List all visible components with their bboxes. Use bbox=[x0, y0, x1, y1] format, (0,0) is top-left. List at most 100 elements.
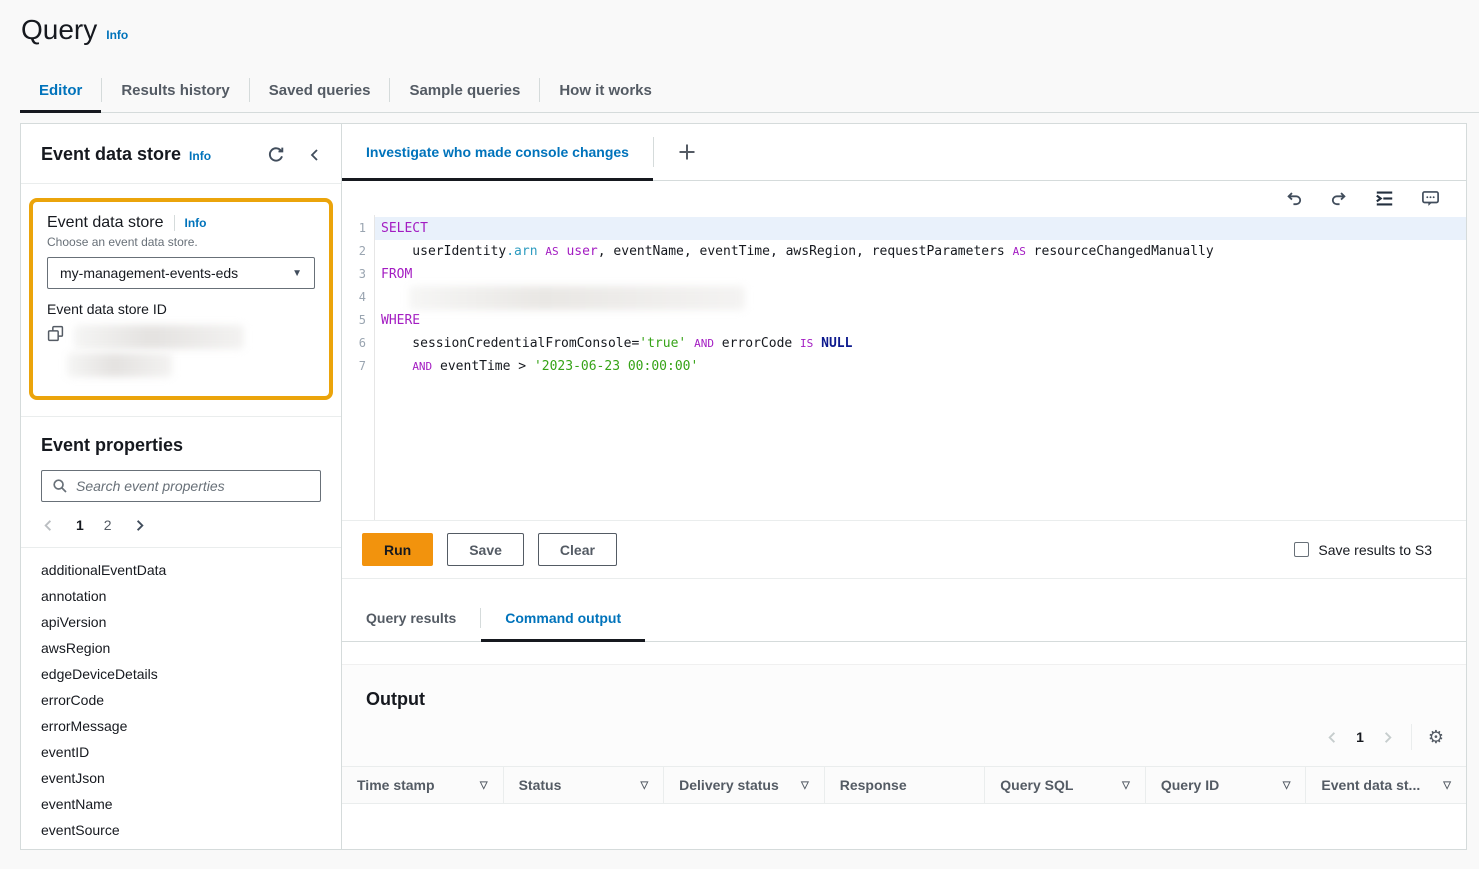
column-header-event-data-store[interactable]: Event data st... ▽ bbox=[1305, 767, 1466, 803]
selector-info-link[interactable]: Info bbox=[185, 216, 207, 230]
event-property-item[interactable]: errorCode bbox=[21, 687, 341, 713]
undo-button[interactable] bbox=[1285, 189, 1303, 207]
save-button[interactable]: Save bbox=[447, 533, 524, 566]
code-line-4[interactable] bbox=[375, 286, 1466, 309]
format-indent-icon bbox=[1375, 189, 1394, 208]
event-property-item[interactable]: awsRegion bbox=[21, 635, 341, 661]
event-data-store-panel: Event data store Info bbox=[20, 123, 342, 850]
filter-icon[interactable]: ▽ bbox=[1443, 780, 1451, 791]
column-header-status[interactable]: Status ▽ bbox=[503, 767, 664, 803]
editor-toolbar bbox=[342, 181, 1466, 215]
tab-editor[interactable]: Editor bbox=[20, 68, 101, 112]
event-property-item[interactable]: apiVersion bbox=[21, 609, 341, 635]
clear-button[interactable]: Clear bbox=[538, 533, 617, 566]
code-line-5[interactable]: WHERE bbox=[375, 309, 1466, 332]
event-property-item[interactable]: additionalEventData bbox=[21, 557, 341, 583]
search-event-properties-input[interactable] bbox=[76, 478, 310, 494]
chevron-left-icon bbox=[307, 147, 323, 163]
next-page-button[interactable] bbox=[132, 518, 147, 533]
redo-icon bbox=[1330, 189, 1348, 207]
divider bbox=[1411, 724, 1412, 750]
save-results-s3: Save results to S3 bbox=[1294, 542, 1446, 558]
event-property-item[interactable]: eventSource bbox=[21, 817, 341, 843]
tab-results-history[interactable]: Results history bbox=[102, 68, 248, 112]
filter-icon[interactable]: ▽ bbox=[480, 780, 488, 791]
sidebar-info-link[interactable]: Info bbox=[189, 149, 211, 163]
column-header-query-id[interactable]: Query ID ▽ bbox=[1145, 767, 1306, 803]
tab-sample-queries[interactable]: Sample queries bbox=[390, 68, 539, 112]
code-line-1[interactable]: SELECT bbox=[375, 217, 1466, 240]
output-header: Output bbox=[342, 665, 1466, 710]
event-property-item[interactable]: edgeDeviceDetails bbox=[21, 661, 341, 687]
tab-command-output[interactable]: Command output bbox=[481, 595, 645, 641]
event-property-item[interactable]: eventName bbox=[21, 791, 341, 817]
selector-description: Choose an event data store. bbox=[47, 235, 315, 249]
output-page-number[interactable]: 1 bbox=[1356, 729, 1364, 745]
event-properties-title: Event properties bbox=[41, 435, 321, 456]
output-title: Output bbox=[366, 689, 1442, 710]
filter-icon[interactable]: ▽ bbox=[801, 780, 809, 791]
collapse-panel-button[interactable] bbox=[307, 147, 323, 163]
line-number: 7 bbox=[342, 355, 366, 378]
line-number: 3 bbox=[342, 263, 366, 286]
code-gutter: 1234567 bbox=[342, 215, 375, 520]
output-next-page-button[interactable] bbox=[1380, 730, 1395, 745]
tab-query-results[interactable]: Query results bbox=[342, 595, 480, 641]
output-prev-page-button[interactable] bbox=[1325, 730, 1340, 745]
add-query-tab-button[interactable] bbox=[654, 124, 720, 180]
refresh-icon bbox=[267, 146, 285, 164]
page-number-2[interactable]: 2 bbox=[104, 517, 112, 533]
line-number: 5 bbox=[342, 309, 366, 332]
search-event-properties-box bbox=[41, 470, 321, 502]
sidebar-title-text: Event data store bbox=[41, 144, 181, 165]
output-panel: Output 1 ⚙ Time stamp ▽ Status bbox=[342, 664, 1466, 850]
column-header-query-sql[interactable]: Query SQL ▽ bbox=[984, 767, 1145, 803]
filter-icon[interactable]: ▽ bbox=[1122, 780, 1130, 791]
redacted-id-value bbox=[74, 325, 244, 349]
page-title: Query Info bbox=[21, 14, 128, 46]
tab-saved-queries[interactable]: Saved queries bbox=[250, 68, 390, 112]
copy-id-button[interactable] bbox=[47, 325, 64, 342]
line-number: 4 bbox=[342, 286, 366, 309]
query-tab[interactable]: Investigate who made console changes bbox=[342, 124, 653, 180]
column-header-time-stamp[interactable]: Time stamp ▽ bbox=[342, 767, 503, 803]
redacted-code bbox=[409, 286, 745, 310]
output-table-empty-body bbox=[342, 804, 1466, 850]
page-number-1[interactable]: 1 bbox=[76, 517, 84, 533]
tab-how-it-works[interactable]: How it works bbox=[540, 68, 671, 112]
refresh-button[interactable] bbox=[267, 146, 285, 164]
code-line-3[interactable]: FROM bbox=[375, 263, 1466, 286]
prev-page-button[interactable] bbox=[41, 518, 56, 533]
selector-title-row: Event data store Info bbox=[47, 214, 315, 232]
output-table-header: Time stamp ▽ Status ▽ Delivery status ▽ … bbox=[342, 766, 1466, 804]
format-code-button[interactable] bbox=[1375, 189, 1394, 208]
line-number: 2 bbox=[342, 240, 366, 263]
event-data-store-id-label: Event data store ID bbox=[47, 301, 315, 317]
editor-actions: Run Save Clear Save results to S3 bbox=[342, 520, 1466, 579]
event-property-item[interactable]: errorMessage bbox=[21, 713, 341, 739]
event-properties-list: additionalEventData annotation apiVersio… bbox=[21, 547, 341, 849]
event-property-item[interactable]: eventJson bbox=[21, 765, 341, 791]
filter-icon[interactable]: ▽ bbox=[640, 780, 648, 791]
event-property-item[interactable]: annotation bbox=[21, 583, 341, 609]
line-number: 6 bbox=[342, 332, 366, 355]
event-data-store-selector-box: Event data store Info Choose an event da… bbox=[29, 198, 333, 400]
code-line-7[interactable]: AND eventTime > '2023-06-23 00:00:00' bbox=[375, 355, 1466, 378]
event-property-item[interactable]: eventID bbox=[21, 739, 341, 765]
column-header-response[interactable]: Response bbox=[824, 767, 985, 803]
filter-icon[interactable]: ▽ bbox=[1283, 780, 1291, 791]
run-button[interactable]: Run bbox=[362, 533, 433, 566]
save-results-s3-checkbox[interactable] bbox=[1294, 542, 1309, 557]
code-line-6[interactable]: sessionCredentialFromConsole='true' AND … bbox=[375, 332, 1466, 355]
gear-icon[interactable]: ⚙ bbox=[1428, 728, 1444, 746]
redo-button[interactable] bbox=[1330, 189, 1348, 207]
column-header-delivery-status[interactable]: Delivery status ▽ bbox=[663, 767, 824, 803]
dropdown-value: my-management-events-eds bbox=[60, 265, 238, 281]
page-info-link[interactable]: Info bbox=[106, 28, 128, 42]
sql-editor[interactable]: 1234567 SELECT userIdentity.arn AS user,… bbox=[342, 215, 1466, 520]
code-line-2[interactable]: userIdentity.arn AS user, eventName, eve… bbox=[375, 240, 1466, 263]
top-tab-bar: Editor Results history Saved queries Sam… bbox=[20, 68, 1479, 113]
sidebar-header: Event data store Info bbox=[21, 124, 341, 184]
event-data-store-dropdown[interactable]: my-management-events-eds ▼ bbox=[47, 257, 315, 289]
comment-button[interactable] bbox=[1421, 189, 1440, 208]
